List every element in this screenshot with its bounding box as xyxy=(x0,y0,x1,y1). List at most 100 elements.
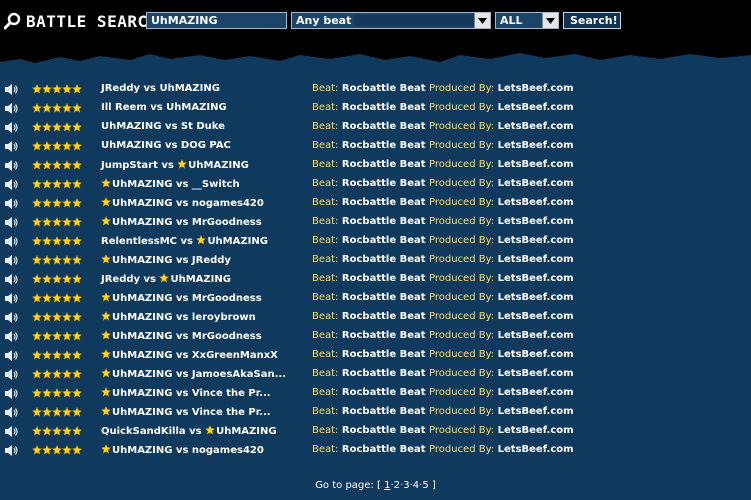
speaker-icon[interactable] xyxy=(4,159,18,172)
rating-star-icon xyxy=(52,274,62,284)
speaker-icon[interactable] xyxy=(4,235,18,248)
produced-by-label: Produced By: xyxy=(429,273,495,284)
speaker-icon[interactable] xyxy=(4,273,18,286)
speaker-icon[interactable] xyxy=(4,425,18,438)
battle-title-link[interactable]: UhMAZING vs nogames420 xyxy=(101,444,264,456)
beat-info: Beat: Rocbattle Beat Produced By: LetsBe… xyxy=(312,292,574,303)
speaker-icon[interactable] xyxy=(4,140,18,153)
speaker-icon[interactable] xyxy=(4,83,18,96)
speaker-icon[interactable] xyxy=(4,254,18,267)
search-bar: BATTLE SEARCH: Any beat ALL Search! xyxy=(0,0,751,72)
battle-title-link[interactable]: UhMAZING vs leroybrown xyxy=(101,311,256,323)
speaker-icon[interactable] xyxy=(4,444,18,457)
battle-title-link[interactable]: UhMAZING vs MrGoodness xyxy=(101,330,262,342)
rating-star-icon xyxy=(62,122,72,132)
producer-name: LetsBeef.com xyxy=(497,178,574,189)
battle-title-link[interactable]: UhMAZING vs St Duke xyxy=(101,121,225,132)
rating-star-icon xyxy=(72,312,82,322)
producer-name: LetsBeef.com xyxy=(497,197,574,208)
battle-title-text: UhMAZING vs MrGoodness xyxy=(112,293,262,304)
rating-star-icon xyxy=(62,236,72,246)
rating-star-icon xyxy=(42,236,52,246)
rating-stars xyxy=(32,141,82,152)
rating-star-icon xyxy=(52,426,62,436)
rating-star-icon xyxy=(62,198,72,208)
beat-name: Rocbattle Beat xyxy=(341,273,426,284)
producer-name: LetsBeef.com xyxy=(497,311,574,322)
produced-by-label: Produced By: xyxy=(429,311,495,322)
page-link[interactable]: 5 xyxy=(422,480,428,491)
rating-star-icon xyxy=(32,293,42,303)
speaker-icon[interactable] xyxy=(4,292,18,305)
rating-star-icon xyxy=(62,274,72,284)
search-input[interactable] xyxy=(146,12,287,29)
battle-row: UhMAZING vs MrGoodness Beat: Rocbattle Be… xyxy=(0,213,751,232)
search-button[interactable]: Search! xyxy=(563,12,621,29)
speaker-icon[interactable] xyxy=(4,216,18,229)
rating-star-icon xyxy=(62,445,72,455)
battle-title-part: UhMAZING xyxy=(170,274,231,285)
speaker-icon[interactable] xyxy=(4,178,18,191)
beat-name: Rocbattle Beat xyxy=(341,425,426,436)
battle-title-link[interactable]: Ill Reem vs UhMAZING xyxy=(101,102,227,113)
battle-title-link[interactable]: JReddy vs UhMAZING xyxy=(101,273,231,285)
battle-title-text: UhMAZING vs St Duke xyxy=(101,121,225,132)
rating-star-icon xyxy=(32,255,42,265)
rating-star-icon xyxy=(72,236,82,246)
battle-title-link[interactable]: UhMAZING vs nogames420 xyxy=(101,197,264,209)
battle-title-link[interactable]: UhMAZING vs XxGreenManxX xyxy=(101,349,278,361)
battle-title-link[interactable]: UhMAZING vs JamoesAkaSan... xyxy=(101,368,286,380)
speaker-icon[interactable] xyxy=(4,387,18,400)
speaker-icon[interactable] xyxy=(4,197,18,210)
battle-title-link[interactable]: QuickSandKilla vs UhMAZING xyxy=(101,425,277,437)
chevron-down-icon[interactable] xyxy=(474,13,490,28)
rating-star-icon xyxy=(62,103,72,113)
battle-title-text: UhMAZING vs Vince the Pr... xyxy=(112,407,271,418)
beat-info: Beat: Rocbattle Beat Produced By: LetsBe… xyxy=(312,406,574,417)
battle-title-link[interactable]: JReddy vs UhMAZING xyxy=(101,83,220,94)
rating-star-icon xyxy=(42,84,52,94)
rating-star-icon xyxy=(72,350,82,360)
battle-title-link[interactable]: JumpStart vs UhMAZING xyxy=(101,159,249,171)
beat-name: Rocbattle Beat xyxy=(341,121,426,132)
producer-name: LetsBeef.com xyxy=(497,444,574,455)
produced-by-label: Produced By: xyxy=(429,140,495,151)
beat-select[interactable]: Any beat xyxy=(291,12,491,29)
rating-star-icon xyxy=(42,217,52,227)
beat-name: Rocbattle Beat xyxy=(341,311,426,322)
chevron-down-icon[interactable] xyxy=(542,13,558,28)
beat-label: Beat: xyxy=(312,121,339,132)
rating-star-icon xyxy=(72,122,82,132)
battle-row: UhMAZING vs leroybrown Beat: Rocbattle Be… xyxy=(0,308,751,327)
battle-title-link[interactable]: RelentlessMC vs UhMAZING xyxy=(101,235,268,247)
filter-select[interactable]: ALL xyxy=(495,12,559,29)
battle-title-link[interactable]: UhMAZING vs MrGoodness xyxy=(101,292,262,304)
beat-name: Rocbattle Beat xyxy=(341,368,426,379)
beat-info: Beat: Rocbattle Beat Produced By: LetsBe… xyxy=(312,368,574,379)
speaker-icon[interactable] xyxy=(4,349,18,362)
rating-stars xyxy=(32,445,82,456)
battle-title-link[interactable]: UhMAZING vs JReddy xyxy=(101,254,231,266)
battle-title-link[interactable]: UhMAZING vs MrGoodness xyxy=(101,216,262,228)
rating-star-icon xyxy=(62,426,72,436)
rating-star-icon xyxy=(52,293,62,303)
speaker-icon[interactable] xyxy=(4,330,18,343)
beat-name: Rocbattle Beat xyxy=(341,216,426,227)
battle-title-link[interactable]: UhMAZING vs DOG PAC xyxy=(101,140,231,151)
speaker-icon[interactable] xyxy=(4,121,18,134)
rating-star-icon xyxy=(52,407,62,417)
rating-star-icon xyxy=(72,84,82,94)
speaker-icon[interactable] xyxy=(4,102,18,115)
battle-title-link[interactable]: UhMAZING vs __Switch xyxy=(101,178,240,190)
filter-select-value: ALL xyxy=(500,14,523,27)
beat-info: Beat: Rocbattle Beat Produced By: LetsBe… xyxy=(312,235,574,246)
magnifier-icon xyxy=(4,12,21,30)
battle-row: UhMAZING vs Vince the Pr... Beat: Rocbatt… xyxy=(0,403,751,422)
rating-star-icon xyxy=(52,122,62,132)
beat-name: Rocbattle Beat xyxy=(341,387,426,398)
battle-title-link[interactable]: UhMAZING vs Vince the Pr... xyxy=(101,387,271,399)
speaker-icon[interactable] xyxy=(4,406,18,419)
battle-title-link[interactable]: UhMAZING vs Vince the Pr... xyxy=(101,406,271,418)
speaker-icon[interactable] xyxy=(4,368,18,381)
speaker-icon[interactable] xyxy=(4,311,18,324)
